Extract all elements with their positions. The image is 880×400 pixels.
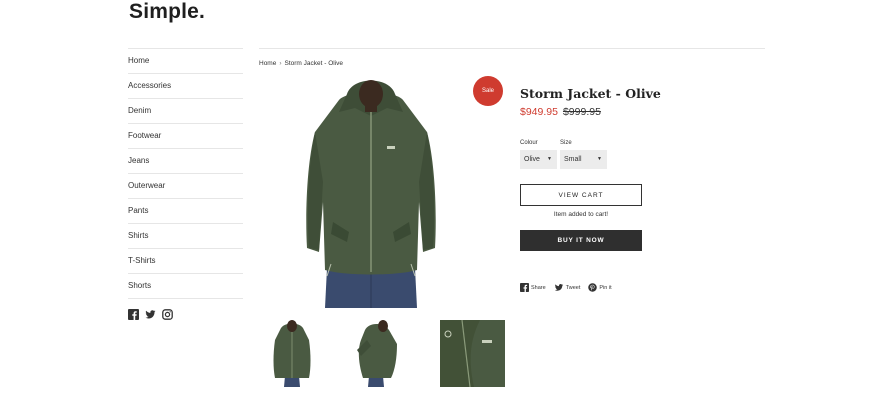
chevron-down-icon: ▼ [547,156,552,162]
product-thumbnail-3[interactable] [440,320,505,387]
breadcrumb-separator: › [279,60,282,67]
sidebar-item-home[interactable]: Home [128,49,243,74]
share-pinterest-label: Pin it [599,284,612,291]
pinterest-icon [588,283,598,292]
header-divider [259,48,765,49]
size-select[interactable]: Small ▼ [560,150,607,169]
instagram-icon[interactable] [162,307,173,320]
sidebar-item-shorts[interactable]: Shorts [128,274,243,299]
sidebar-item-t-shirts[interactable]: T-Shirts [128,249,243,274]
added-to-cart-message: Item added to cart! [553,211,609,218]
sidebar-item-jeans[interactable]: Jeans [128,149,243,174]
product-thumbnail-2[interactable] [353,320,403,387]
sidebar-item-shirts[interactable]: Shirts [128,224,243,249]
size-select-value: Small [564,156,582,163]
sidebar-item-footwear[interactable]: Footwear [128,124,243,149]
breadcrumb-current: Storm Jacket - Olive [284,60,344,67]
twitter-icon [554,284,563,291]
original-price: $999.95 [562,106,601,118]
sale-badge: Sale [473,76,503,106]
sale-price: $949.95 [520,106,558,118]
colour-select[interactable]: Olive ▼ [520,150,557,169]
facebook-icon[interactable] [128,307,139,320]
view-cart-button[interactable]: VIEW CART [520,184,642,206]
share-facebook-link[interactable]: Share [520,283,546,292]
sidebar-nav: Home Accessories Denim Footwear Jeans Ou… [128,48,243,320]
product-thumbnail-1[interactable] [267,320,317,387]
product-main-image[interactable] [287,72,455,308]
share-facebook-label: Share [531,284,546,291]
site-logo[interactable]: Simple. [129,0,205,24]
sidebar-item-denim[interactable]: Denim [128,99,243,124]
share-twitter-link[interactable]: Tweet [554,283,581,292]
colour-label: Colour [520,140,538,146]
size-label: Size [560,140,572,146]
buy-it-now-button[interactable]: BUY IT NOW [520,230,642,251]
chevron-down-icon: ▼ [597,156,602,162]
sidebar-item-pants[interactable]: Pants [128,199,243,224]
sidebar-item-outerwear[interactable]: Outerwear [128,174,243,199]
colour-select-value: Olive [524,156,540,163]
breadcrumb-home[interactable]: Home [259,60,276,67]
social-links [128,299,243,320]
product-title: Storm Jacket - Olive [520,86,661,101]
share-pinterest-link[interactable]: Pin it [588,283,612,292]
twitter-icon[interactable] [145,307,156,319]
facebook-icon [520,283,529,292]
product-prices: $949.95 $999.95 [520,106,601,118]
share-twitter-label: Tweet [565,284,581,291]
breadcrumb: Home › Storm Jacket - Olive [259,60,343,67]
share-links: Share Tweet Pin it [520,283,612,292]
sidebar-item-accessories[interactable]: Accessories [128,74,243,99]
